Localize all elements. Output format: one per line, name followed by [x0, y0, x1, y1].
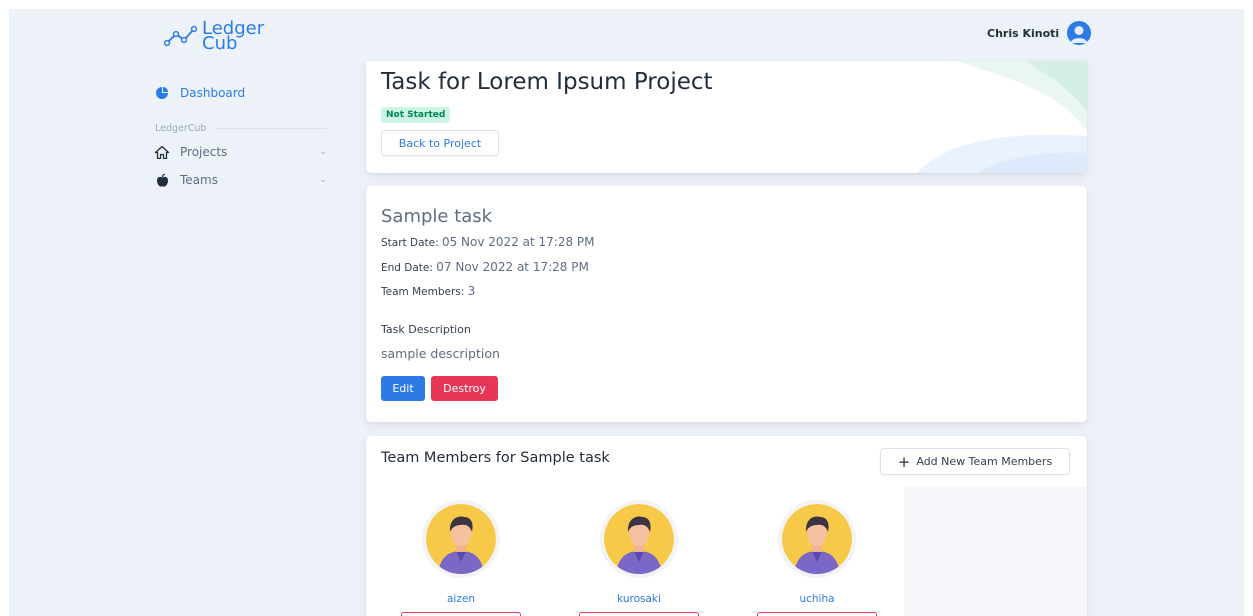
page-title: Task for Lorem Ipsum Project	[381, 69, 713, 95]
member-card: uchiha	[757, 500, 877, 616]
member-name[interactable]: aizen	[416, 593, 506, 605]
member-card: kurosaki	[579, 500, 699, 616]
task-description: sample description	[381, 346, 500, 361]
task-end-date: End Date: 07 Nov 2022 at 17:28 PM	[381, 260, 589, 274]
destroy-button[interactable]: Destroy	[431, 376, 498, 401]
chevron-down-icon[interactable]: ⌄	[319, 147, 327, 157]
sidebar-item-label: Teams	[180, 173, 218, 187]
brand-name: Ledger Cub	[202, 20, 264, 53]
end-date-value: 07 Nov 2022 at 17:28 PM	[436, 260, 589, 274]
back-to-project-button[interactable]: Back to Project	[381, 130, 499, 156]
members-title: Team Members for Sample task	[381, 450, 610, 466]
member-name[interactable]: kurosaki	[594, 593, 684, 605]
sidebar-group-title: LedgerCub	[155, 123, 207, 134]
end-date-label: End Date:	[381, 262, 433, 274]
member-card: aizen	[401, 500, 521, 616]
sidebar: Dashboard LedgerCub Projects ⌄ Teams ⌄	[155, 81, 327, 192]
team-members-value: 3	[467, 284, 476, 298]
status-badge: Not Started	[381, 107, 451, 123]
sidebar-item-label: Dashboard	[180, 86, 246, 100]
home-icon	[155, 145, 169, 159]
corner-decoration	[917, 61, 1087, 173]
remove-member-button[interactable]	[579, 612, 699, 616]
description-heading: Task Description	[381, 323, 471, 336]
user-avatar-icon[interactable]	[1067, 21, 1092, 45]
sidebar-item-projects[interactable]: Projects ⌄	[155, 140, 327, 164]
task-start-date: Start Date: 05 Nov 2022 at 17:28 PM	[381, 235, 595, 249]
user-menu[interactable]: Chris Kinoti	[987, 21, 1092, 45]
sidebar-group-label: LedgerCub	[155, 123, 327, 134]
member-avatar[interactable]	[778, 500, 856, 578]
chevron-down-icon[interactable]: ⌄	[319, 175, 327, 185]
plus-icon: +	[897, 452, 911, 471]
member-avatar[interactable]	[422, 500, 500, 578]
members-grid: aizen kurosaki uchiha	[366, 487, 904, 616]
sidebar-item-label: Projects	[180, 145, 228, 159]
sidebar-divider	[216, 128, 327, 129]
pie-chart-icon	[155, 86, 169, 100]
project-header-card: Task for Lorem Ipsum Project Not Started…	[366, 61, 1087, 173]
member-avatar[interactable]	[600, 500, 678, 578]
team-members-card: Team Members for Sample task + Add New T…	[366, 436, 1087, 616]
members-side-panel	[904, 487, 1087, 616]
brand-logo[interactable]: Ledger Cub	[164, 20, 264, 53]
edit-button[interactable]: Edit	[381, 376, 425, 401]
add-team-members-button[interactable]: + Add New Team Members	[880, 448, 1070, 475]
sidebar-item-teams[interactable]: Teams ⌄	[155, 168, 327, 192]
apple-icon	[155, 173, 169, 187]
task-name: Sample task	[381, 206, 493, 227]
task-team-members: Team Members: 3	[381, 284, 475, 298]
task-details-card: Sample task Start Date: 05 Nov 2022 at 1…	[366, 186, 1087, 422]
app-shell: Ledger Cub Chris Kinoti Dashboard Ledger…	[9, 9, 1244, 616]
remove-member-button[interactable]	[401, 612, 521, 616]
remove-member-button[interactable]	[757, 612, 877, 616]
team-members-label: Team Members:	[381, 286, 465, 298]
start-date-value: 05 Nov 2022 at 17:28 PM	[441, 235, 595, 249]
add-team-members-label: Add New Team Members	[916, 455, 1053, 468]
logo-graph-icon	[164, 25, 198, 47]
member-name[interactable]: uchiha	[772, 593, 862, 605]
user-name[interactable]: Chris Kinoti	[987, 27, 1059, 40]
start-date-label: Start Date:	[381, 237, 439, 249]
sidebar-item-dashboard[interactable]: Dashboard	[155, 81, 327, 105]
